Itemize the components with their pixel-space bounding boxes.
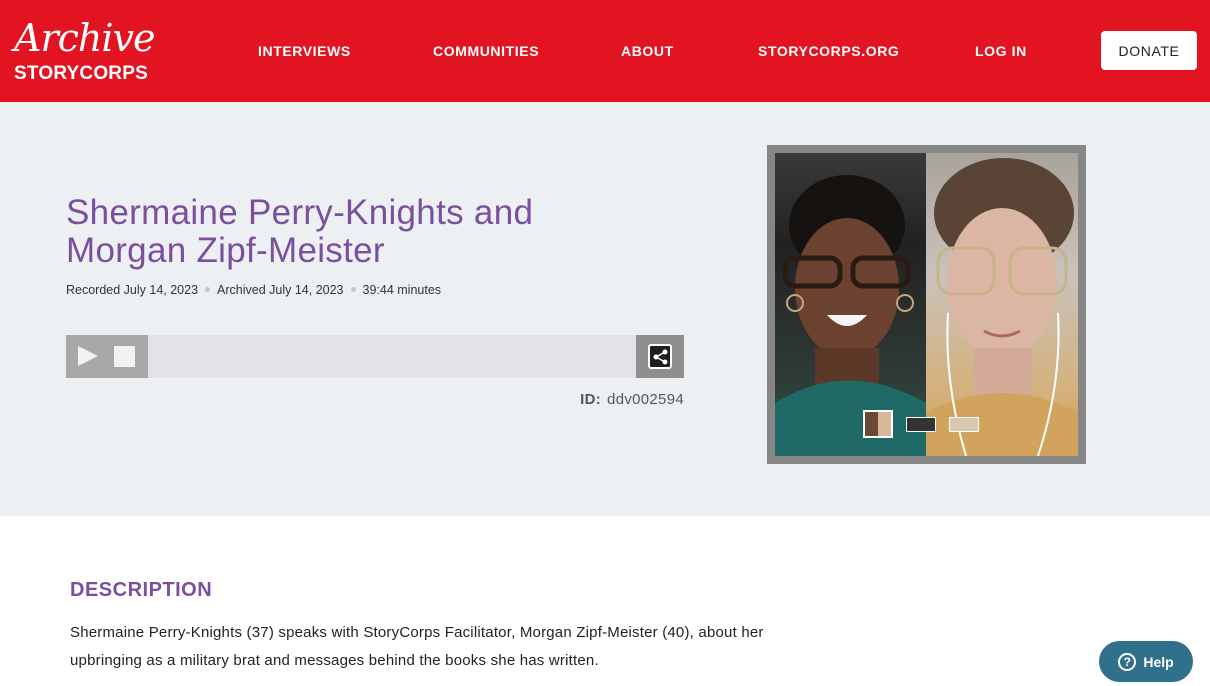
site-header: Archive STORYCORPS INTERVIEWS COMMUNITIE… xyxy=(0,0,1210,102)
photo-thumbnail-3[interactable] xyxy=(949,417,979,432)
stop-icon[interactable] xyxy=(114,346,135,367)
share-button[interactable] xyxy=(636,335,684,378)
interview-title-line1: Shermaine Perry-Knights and xyxy=(66,193,534,232)
player-controls xyxy=(66,335,148,378)
logo-wordmark: STORYCORPS xyxy=(14,63,148,84)
nav-about[interactable]: ABOUT xyxy=(621,42,674,60)
interview-meta: Recorded July 14, 2023 Archived July 14, … xyxy=(66,283,441,297)
interview-photo-frame xyxy=(767,145,1086,464)
nav-storycorps-org[interactable]: STORYCORPS.ORG xyxy=(758,42,899,60)
progress-track[interactable] xyxy=(148,335,636,378)
logo-script-text: Archive xyxy=(14,16,155,60)
description-text: Shermaine Perry-Knights (37) speaks with… xyxy=(70,619,890,675)
photo-thumbnail-1[interactable] xyxy=(863,410,893,438)
nav-communities[interactable]: COMMUNITIES xyxy=(433,42,539,60)
donate-button[interactable]: DONATE xyxy=(1101,31,1197,70)
nav-interviews[interactable]: INTERVIEWS xyxy=(258,42,351,60)
share-icon xyxy=(648,344,672,369)
separator-dot xyxy=(205,287,211,293)
audio-player xyxy=(66,335,684,378)
help-label: Help xyxy=(1143,653,1174,670)
recorded-date: Recorded July 14, 2023 xyxy=(66,283,199,297)
interview-title: Shermaine Perry-Knights and Morgan Zipf-… xyxy=(66,194,686,270)
interview-title-line2: Morgan Zipf-Meister xyxy=(66,231,385,270)
id-label: ID: xyxy=(580,391,602,408)
interview-id: ID: ddv002594 xyxy=(480,391,684,408)
description-heading: DESCRIPTION xyxy=(70,579,213,601)
photo-thumbnails xyxy=(863,410,983,440)
nav-log-in[interactable]: LOG IN xyxy=(975,42,1027,60)
help-button[interactable]: ? Help xyxy=(1099,641,1193,682)
description-line1: Shermaine Perry-Knights (37) speaks with… xyxy=(70,624,764,641)
id-value: ddv002594 xyxy=(607,391,684,408)
interview-photo[interactable] xyxy=(775,153,1078,456)
play-icon[interactable] xyxy=(78,346,98,366)
separator-dot xyxy=(350,287,356,293)
archived-date: Archived July 14, 2023 xyxy=(217,283,344,297)
question-circle-icon: ? xyxy=(1118,652,1137,671)
photo-thumbnail-2[interactable] xyxy=(906,417,936,432)
description-line2: upbringing as a military brat and messag… xyxy=(70,652,599,669)
duration: 39:44 minutes xyxy=(362,283,442,297)
archive-storycorps-logo[interactable]: Archive STORYCORPS xyxy=(12,18,155,86)
